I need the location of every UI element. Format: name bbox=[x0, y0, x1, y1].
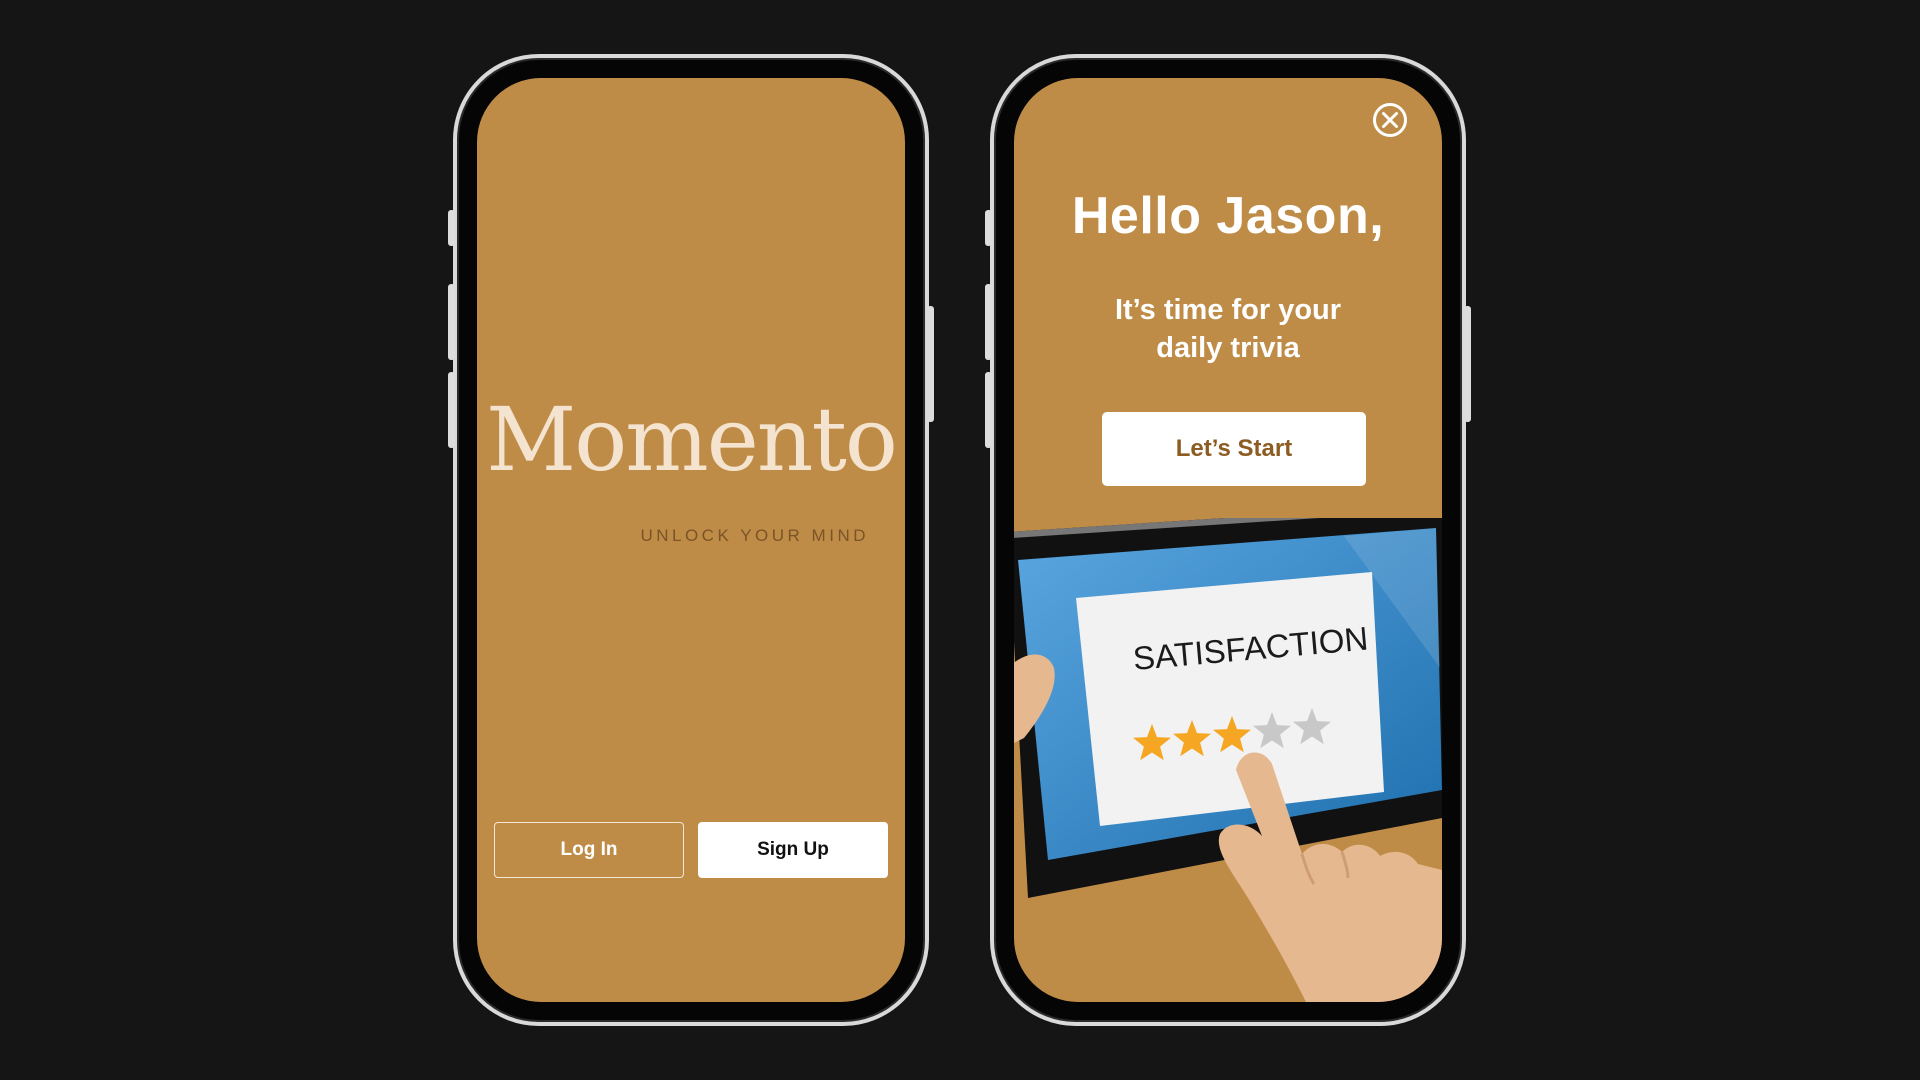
greeting-title: Hello Jason, bbox=[1071, 187, 1385, 245]
rating-card bbox=[1076, 572, 1384, 826]
volume-up-button bbox=[985, 284, 992, 360]
canvas: Momento UNLOCK YOUR MIND Log In Sign Up … bbox=[0, 0, 1920, 1080]
satisfaction-illustration: SATISFACTION bbox=[1014, 518, 1442, 1002]
close-button[interactable] bbox=[1372, 102, 1408, 138]
tablet-rating-illustration: SATISFACTION bbox=[1014, 518, 1442, 1002]
volume-up-button bbox=[448, 284, 455, 360]
splash-screen: Momento UNLOCK YOUR MIND Log In Sign Up bbox=[477, 78, 905, 1002]
auth-buttons: Log In Sign Up bbox=[494, 822, 888, 878]
mute-switch bbox=[448, 210, 455, 246]
start-button[interactable]: Let’s Start bbox=[1102, 412, 1366, 486]
phone-splash: Momento UNLOCK YOUR MIND Log In Sign Up bbox=[448, 54, 934, 1026]
signup-button[interactable]: Sign Up bbox=[698, 822, 888, 878]
phone-trivia: Hello Jason, It’s time for your daily tr… bbox=[985, 54, 1471, 1026]
trivia-subtitle: It’s time for your daily trivia bbox=[1114, 294, 1342, 364]
volume-down-button bbox=[448, 372, 455, 448]
close-circle-icon bbox=[1373, 103, 1407, 137]
power-button bbox=[1464, 306, 1471, 422]
trivia-screen: Hello Jason, It’s time for your daily tr… bbox=[1014, 78, 1442, 1002]
brand-tagline: UNLOCK YOUR MIND bbox=[640, 526, 869, 545]
volume-down-button bbox=[985, 372, 992, 448]
brand-logo: Momento bbox=[486, 388, 898, 491]
power-button bbox=[927, 306, 934, 422]
mute-switch bbox=[985, 210, 992, 246]
login-button[interactable]: Log In bbox=[494, 822, 684, 878]
